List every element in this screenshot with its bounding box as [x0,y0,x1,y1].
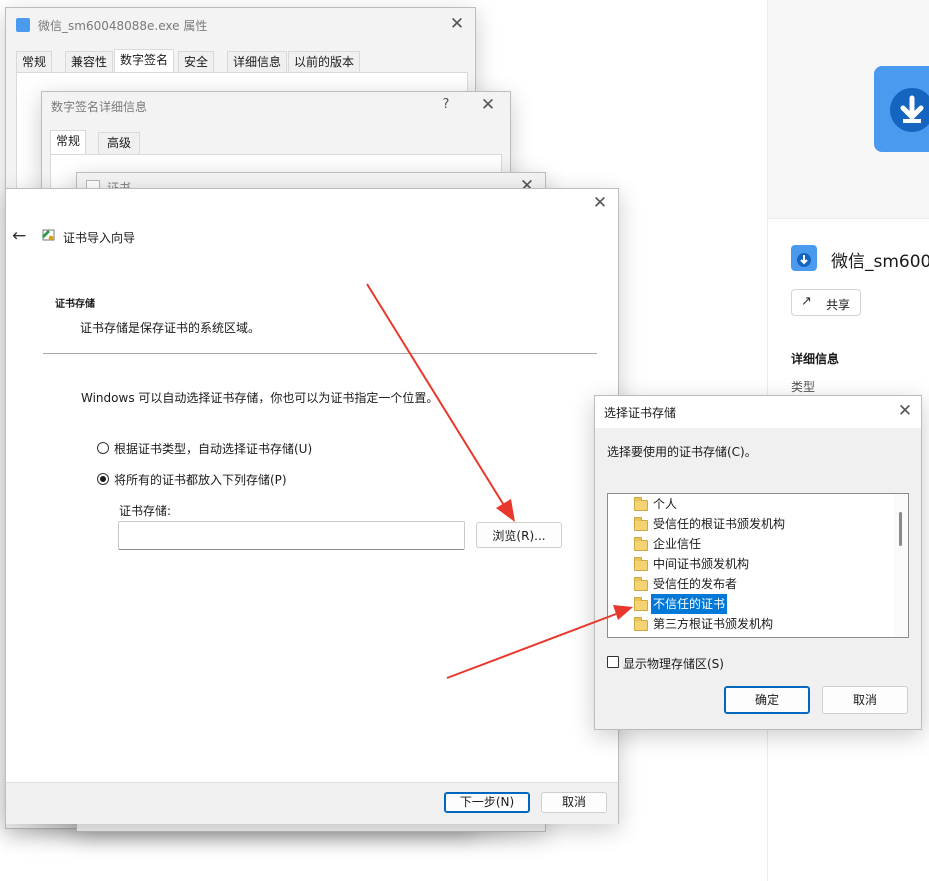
arrow-to-untrusted [446,605,633,679]
annotation-arrows [366,283,633,679]
arrow-to-browse [366,283,515,522]
